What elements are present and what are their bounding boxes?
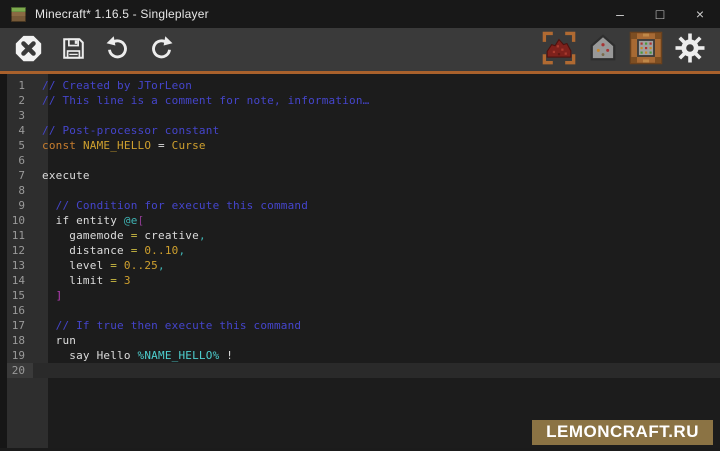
line-number: 6 [7,153,33,168]
code-line-content: run [33,333,720,348]
code-line-content: level = 0..25, [33,258,720,273]
code-line-content: ] [33,288,720,303]
save-button[interactable] [60,35,87,65]
line-number: 10 [7,213,33,228]
minecraft-grass-block-icon [11,7,26,22]
code-lines: 1// Created by JTorLeon2// This line is … [7,78,720,378]
line-number: 2 [7,93,33,108]
code-line[interactable]: 16 [7,303,720,318]
cancel-button[interactable] [14,34,43,66]
line-number: 12 [7,243,33,258]
redo-arrow-icon [148,35,175,65]
code-line-content [33,153,720,168]
save-floppy-icon [60,35,87,65]
toolbar-left-group [14,34,175,66]
code-line-content [33,363,720,378]
watermark: LEMONCRAFT.RU [532,420,713,445]
redstone-target-button[interactable] [541,30,577,69]
redo-button[interactable] [148,35,175,65]
settings-button[interactable] [674,32,706,67]
titlebar: Minecraft* 1.16.5 - Singleplayer – □ × [0,0,720,28]
window-controls: – □ × [600,0,720,28]
line-number: 16 [7,303,33,318]
code-line[interactable]: 2// This line is a comment for note, inf… [7,93,720,108]
code-line[interactable]: 19 say Hello %NAME_HELLO% ! [7,348,720,363]
line-number: 5 [7,138,33,153]
line-number: 3 [7,108,33,123]
code-line-content: say Hello %NAME_HELLO% ! [33,348,720,363]
line-number: 20 [7,363,33,378]
line-number: 8 [7,183,33,198]
code-line-content: execute [33,168,720,183]
home-button[interactable] [588,33,618,66]
maximize-button[interactable]: □ [640,0,680,28]
interface-frame-icon [629,31,663,68]
code-line[interactable]: 12 distance = 0..10, [7,243,720,258]
line-number: 15 [7,288,33,303]
code-line[interactable]: 11 gamemode = creative, [7,228,720,243]
code-line[interactable]: 9 // Condition for execute this command [7,198,720,213]
code-line[interactable]: 17 // If true then execute this command [7,318,720,333]
line-number: 13 [7,258,33,273]
code-line[interactable]: 14 limit = 3 [7,273,720,288]
code-line-content: distance = 0..10, [33,243,720,258]
code-line-content [33,108,720,123]
code-line-content: // Condition for execute this command [33,198,720,213]
cancel-octagon-icon [14,34,43,66]
code-line-content: // Post-processor constant [33,123,720,138]
code-line[interactable]: 20 [7,363,720,378]
line-number: 7 [7,168,33,183]
code-line-content: // Created by JTorLeon [33,78,720,93]
code-line[interactable]: 8 [7,183,720,198]
minimize-button[interactable]: – [600,0,640,28]
code-line-content [33,303,720,318]
code-line[interactable]: 1// Created by JTorLeon [7,78,720,93]
code-line[interactable]: 10 if entity @e[ [7,213,720,228]
code-line[interactable]: 13 level = 0..25, [7,258,720,273]
code-line[interactable]: 3 [7,108,720,123]
code-line[interactable]: 7execute [7,168,720,183]
undo-arrow-icon [104,35,131,65]
redstone-target-icon [541,30,577,69]
close-button[interactable]: × [680,0,720,28]
line-number: 4 [7,123,33,138]
code-line-content [33,183,720,198]
line-number: 1 [7,78,33,93]
interface-frame-button[interactable] [629,31,663,68]
line-number: 18 [7,333,33,348]
home-house-icon [588,33,618,66]
code-line-content: gamemode = creative, [33,228,720,243]
line-number: 19 [7,348,33,363]
code-line[interactable]: 15 ] [7,288,720,303]
code-line[interactable]: 5const NAME_HELLO = Curse [7,138,720,153]
code-line-content: // If true then execute this command [33,318,720,333]
undo-button[interactable] [104,35,131,65]
app-window: Minecraft* 1.16.5 - Singleplayer – □ × [0,0,720,451]
line-number: 17 [7,318,33,333]
code-editor[interactable]: 1// Created by JTorLeon2// This line is … [0,74,720,448]
code-line[interactable]: 18 run [7,333,720,348]
code-line[interactable]: 6 [7,153,720,168]
code-line-content: // This line is a comment for note, info… [33,93,720,108]
line-number: 11 [7,228,33,243]
toolbar-right-group [541,30,706,69]
toolbar [0,28,720,74]
settings-gear-icon [674,32,706,67]
code-line-content: limit = 3 [33,273,720,288]
line-number: 9 [7,198,33,213]
window-title: Minecraft* 1.16.5 - Singleplayer [35,7,209,21]
code-line-content: const NAME_HELLO = Curse [33,138,720,153]
code-line[interactable]: 4// Post-processor constant [7,123,720,138]
code-line-content: if entity @e[ [33,213,720,228]
line-number: 14 [7,273,33,288]
